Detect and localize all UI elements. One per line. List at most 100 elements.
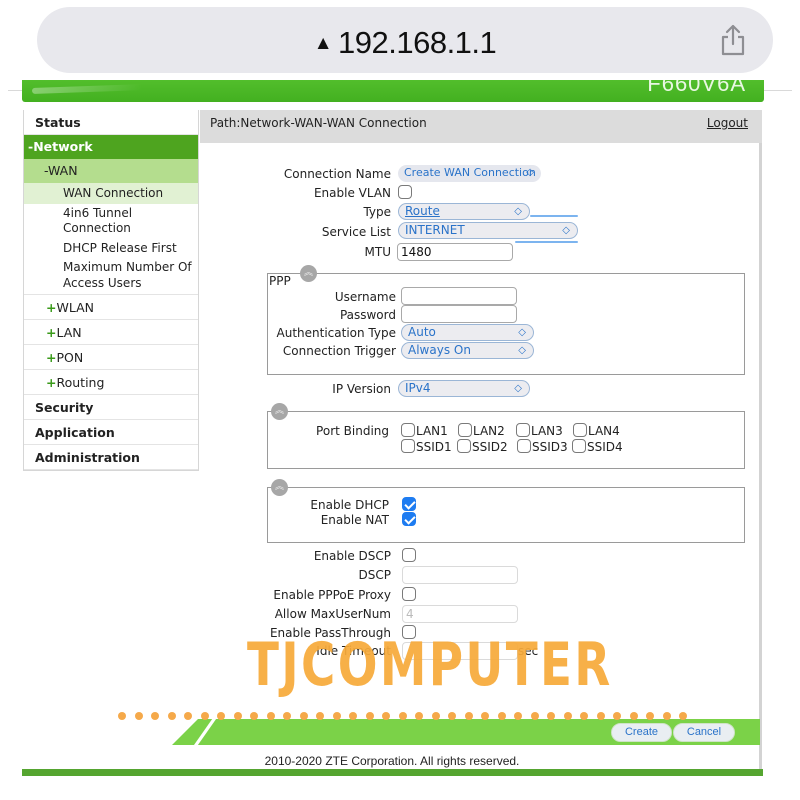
sidebar-item-label: LAN	[56, 325, 82, 340]
decorative-dot	[679, 712, 687, 720]
connection-trigger-select[interactable]: Always On ◇	[401, 342, 534, 359]
collapse-up-icon[interactable]: ︽	[271, 403, 288, 420]
expand-plus-icon: +	[46, 375, 57, 390]
service-list-select[interactable]: INTERNET ◇	[398, 222, 578, 239]
mtu-input[interactable]: 1480	[397, 243, 513, 261]
sidebar-item-administration[interactable]: Administration	[24, 445, 198, 470]
sidebar-item-status[interactable]: Status	[24, 110, 198, 135]
breadcrumb-bar: Path:Network-WAN-WAN Connection Logout	[200, 110, 762, 143]
allow-max-user-num-input[interactable]: 4	[402, 605, 518, 623]
select-value: Route	[405, 204, 440, 218]
sidebar-item-label: PON	[56, 350, 84, 365]
header-swoosh	[31, 84, 143, 94]
cancel-button[interactable]: Cancel	[673, 723, 735, 742]
port-lan1-checkbox[interactable]	[401, 423, 415, 437]
sidebar-item-max-access-users[interactable]: Maximum Number Of Access Users	[24, 258, 198, 295]
port-lan2-checkbox[interactable]	[458, 423, 472, 437]
enable-nat-checkbox[interactable]	[402, 512, 416, 526]
decorative-dot	[547, 712, 555, 720]
enable-dhcp-label: Enable DHCP	[310, 498, 389, 512]
decorative-dot	[415, 712, 423, 720]
dotted-decoration	[118, 712, 687, 722]
sidebar-item-pon[interactable]: +PON	[24, 345, 198, 370]
select-value: Auto	[408, 325, 436, 339]
port-ssid4-label: SSID4	[587, 440, 623, 454]
sidebar-item-wan[interactable]: -WAN	[24, 159, 198, 183]
port-ssid4-checkbox[interactable]	[572, 439, 586, 453]
breadcrumb: Path:Network-WAN-WAN Connection	[210, 116, 427, 130]
enable-vlan-checkbox[interactable]	[398, 185, 412, 199]
port-lan3-checkbox[interactable]	[516, 423, 530, 437]
logout-link[interactable]: Logout	[707, 116, 748, 130]
decorative-dot	[118, 712, 126, 720]
collapse-up-icon[interactable]: ︽	[271, 479, 288, 496]
sidebar-nav: Status -Network -WAN WAN Connection 4in6…	[23, 110, 199, 471]
port-ssid1-checkbox[interactable]	[401, 439, 415, 453]
decorative-dot	[629, 712, 638, 720]
password-label: Password	[339, 308, 396, 322]
sidebar-item-label: Routing	[56, 375, 105, 390]
sidebar-item-routing[interactable]: +Routing	[24, 370, 198, 395]
sidebar-item-wlan[interactable]: +WLAN	[24, 295, 198, 320]
sidebar-item-4in6-tunnel[interactable]: 4in6 Tunnel Connection	[24, 204, 198, 239]
focus-underline	[515, 241, 578, 243]
password-input[interactable]	[401, 305, 517, 323]
port-ssid3-checkbox[interactable]	[517, 439, 531, 453]
create-button[interactable]: Create	[611, 723, 672, 742]
sidebar-item-lan[interactable]: +LAN	[24, 320, 198, 345]
decorative-dot	[299, 712, 308, 720]
chevron-updown-icon: ◇	[518, 327, 526, 338]
decorative-dot	[580, 712, 588, 720]
chevron-updown-icon: ◇	[514, 383, 522, 394]
decorative-dot	[217, 712, 225, 720]
decorative-dot	[481, 712, 489, 720]
url-display[interactable]: ▲ 192.168.1.1	[37, 25, 773, 61]
auth-type-select[interactable]: Auto ◇	[401, 324, 534, 341]
port-binding-label: Port Binding	[316, 424, 389, 438]
port-ssid2-checkbox[interactable]	[457, 439, 471, 453]
expand-plus-icon: +	[46, 325, 57, 340]
sidebar-item-network[interactable]: -Network	[24, 135, 198, 159]
decorative-dot	[646, 712, 654, 720]
address-bar[interactable]: ▲ 192.168.1.1	[37, 7, 773, 73]
type-label: Type	[363, 205, 391, 219]
select-value: IPv4	[405, 381, 431, 395]
username-input[interactable]	[401, 287, 517, 305]
share-icon[interactable]	[719, 24, 747, 56]
port-lan4-checkbox[interactable]	[573, 423, 587, 437]
decorative-dot	[266, 712, 275, 720]
decorative-dot	[184, 712, 192, 720]
sidebar-item-label: 4in6 Tunnel Connection	[63, 205, 133, 236]
decorative-dot	[134, 712, 143, 720]
enable-dscp-checkbox[interactable]	[402, 548, 416, 562]
sidebar-item-application[interactable]: Application	[24, 420, 198, 445]
sidebar-item-dhcp-release-first[interactable]: DHCP Release First	[24, 239, 198, 259]
chevron-updown-icon: ◇	[514, 206, 522, 217]
footer-bottom-band	[22, 769, 763, 776]
enable-vlan-label: Enable VLAN	[313, 186, 391, 200]
ip-version-select[interactable]: IPv4 ◇	[398, 380, 530, 397]
username-label: Username	[334, 290, 396, 304]
ppp-legend: PPP	[269, 274, 291, 288]
sidebar-item-wan-connection[interactable]: WAN Connection	[24, 183, 198, 204]
port-lan2-label: LAN2	[473, 424, 505, 438]
port-lan1-label: LAN1	[416, 424, 448, 438]
connection-name-select[interactable]: Create WAN Connection ◇	[398, 165, 541, 182]
decorative-dot	[497, 712, 506, 720]
chevron-updown-icon: ◇	[526, 167, 534, 178]
decorative-dot	[250, 712, 258, 720]
decorative-dot	[563, 712, 572, 720]
sidebar-item-security[interactable]: Security	[24, 395, 198, 420]
expand-plus-icon: +	[46, 300, 57, 315]
enable-pppoe-proxy-checkbox[interactable]	[402, 587, 416, 601]
type-select[interactable]: Route ◇	[398, 203, 530, 220]
dscp-label: DSCP	[358, 568, 391, 582]
decorative-dot	[200, 712, 209, 720]
port-ssid1-label: SSID1	[416, 440, 452, 454]
connection-name-label: Connection Name	[283, 167, 391, 181]
service-list-label: Service List	[321, 225, 391, 239]
decorative-dot	[448, 712, 456, 720]
enable-dhcp-checkbox[interactable]	[402, 497, 416, 511]
collapse-up-icon[interactable]: ︽	[300, 265, 317, 282]
dscp-input[interactable]	[402, 566, 518, 584]
